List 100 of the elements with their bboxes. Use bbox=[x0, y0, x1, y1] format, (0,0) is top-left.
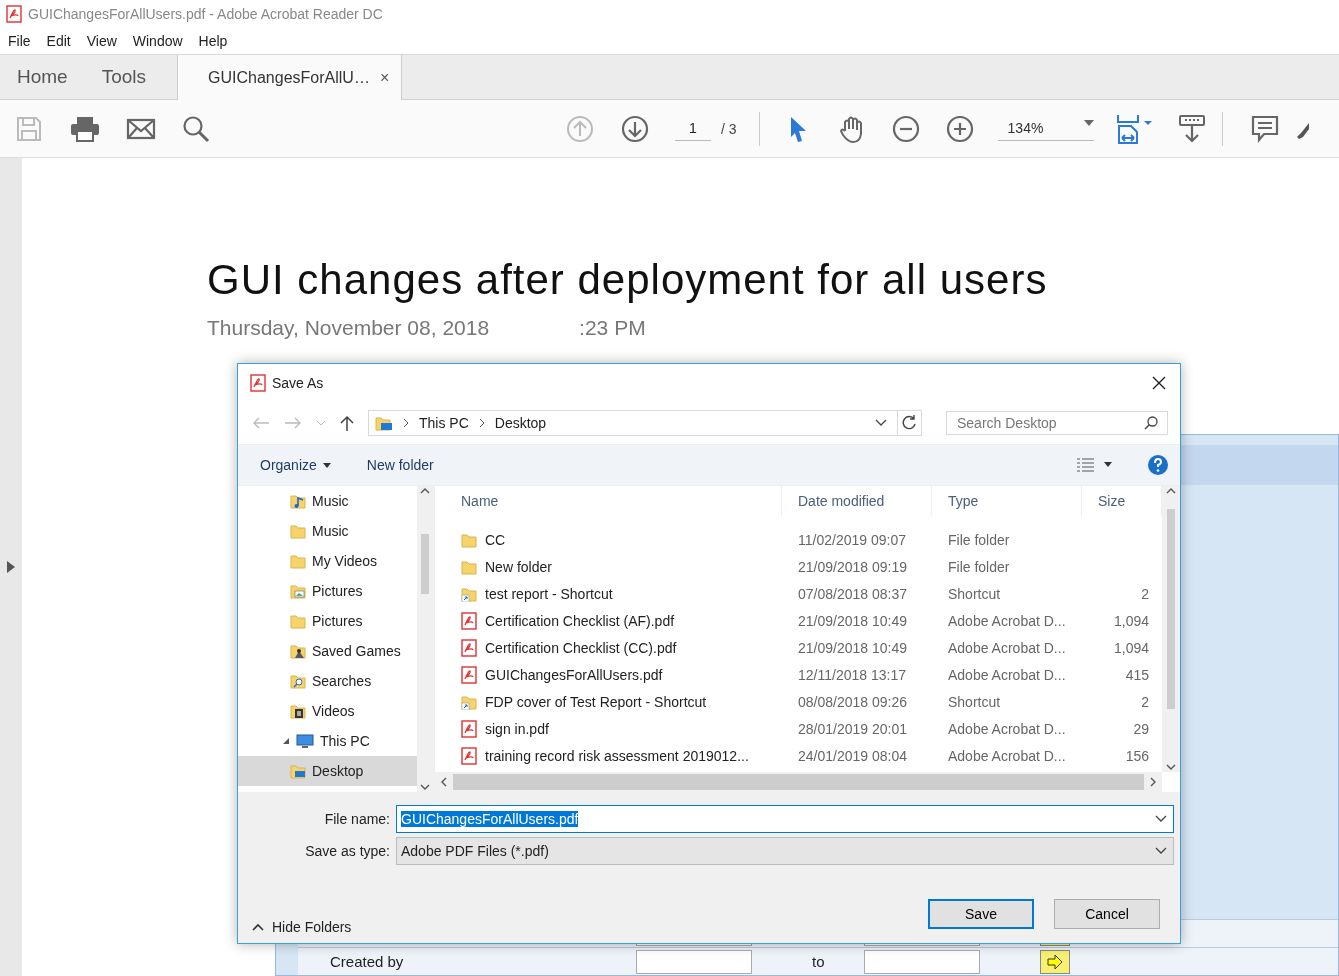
zoom-field[interactable]: 134% bbox=[997, 116, 1094, 141]
page-number-field[interactable]: 1 bbox=[675, 116, 711, 141]
toolbar-button[interactable]: Organize bbox=[260, 457, 331, 473]
table-cell-text: 21/09/2018 10:49 bbox=[797, 612, 908, 629]
next-page-icon[interactable] bbox=[621, 114, 649, 143]
up-arrow-icon[interactable] bbox=[340, 415, 354, 431]
pdf-file-icon bbox=[461, 611, 477, 630]
scrollbar[interactable] bbox=[1162, 486, 1180, 772]
zoom-out-icon[interactable] bbox=[891, 114, 920, 143]
table-cell-text: 12/11/2018 13:17 bbox=[797, 666, 907, 683]
column-header[interactable]: Date modified bbox=[782, 486, 932, 516]
scrollbar-thumb[interactable] bbox=[1167, 509, 1175, 709]
scrollbar[interactable] bbox=[416, 486, 434, 792]
table-cell-text: 156 bbox=[1124, 747, 1149, 764]
table-cell-text: Adobe Acrobat D... bbox=[947, 666, 1067, 683]
folder-tree-item[interactable]: This PC bbox=[238, 726, 417, 756]
field-label: File name: bbox=[323, 811, 391, 827]
dropdown-icon[interactable] bbox=[875, 419, 887, 427]
scrollbar[interactable] bbox=[435, 772, 1162, 792]
help-icon[interactable] bbox=[1148, 455, 1168, 475]
dropdown-field[interactable]: Adobe PDF Files (*.pdf) bbox=[396, 837, 1174, 865]
address-bar[interactable]: This PC Desktop bbox=[368, 410, 922, 436]
scrollbar-thumb[interactable] bbox=[421, 534, 430, 594]
zoom-in-icon[interactable] bbox=[945, 114, 974, 143]
folder-tree-item[interactable]: Music bbox=[238, 516, 417, 546]
scroll-mode-icon[interactable] bbox=[1177, 113, 1206, 144]
pdf-icon bbox=[250, 374, 266, 392]
document-time: :23 PM bbox=[579, 316, 646, 340]
file-name[interactable]: CC bbox=[485, 531, 506, 548]
menu-item[interactable]: Help bbox=[198, 33, 228, 49]
table-cell-text: 21/09/2018 09:19 bbox=[797, 558, 908, 575]
hide-folders-button[interactable]: Hide Folders bbox=[252, 919, 352, 935]
close-tab-icon[interactable]: × bbox=[379, 68, 390, 87]
breadcrumb-item[interactable]: This PC bbox=[419, 415, 469, 431]
table-cell-text: Shortcut bbox=[947, 693, 1002, 710]
folder-shortcut-icon bbox=[461, 693, 477, 710]
folder-tree-item[interactable]: Videos bbox=[238, 696, 417, 726]
file-name[interactable]: training record risk assessment 2019012... bbox=[485, 747, 749, 764]
pdf-app-icon bbox=[6, 5, 22, 23]
table-cell-text: Adobe Acrobat D... bbox=[947, 612, 1067, 629]
file-name[interactable]: New folder bbox=[485, 558, 552, 575]
folder-tree-item[interactable]: Searches bbox=[238, 666, 417, 696]
dialog-button[interactable]: Cancel bbox=[1054, 899, 1160, 929]
table-cell-text: 29 bbox=[1132, 720, 1149, 737]
tab[interactable]: GUIChangesForAllU… × bbox=[177, 55, 403, 100]
print-icon[interactable] bbox=[70, 115, 100, 142]
games-folder-icon bbox=[290, 643, 306, 659]
file-name[interactable]: Certification Checklist (AF).pdf bbox=[485, 612, 675, 629]
scroll-up-icon bbox=[1166, 488, 1176, 494]
table-cell-text: 07/08/2018 08:37 bbox=[797, 585, 908, 602]
toolbar-button[interactable]: New folder bbox=[366, 457, 434, 473]
column-header[interactable]: Name bbox=[445, 486, 782, 516]
menu-item[interactable]: View bbox=[86, 33, 117, 49]
form-label: to bbox=[812, 953, 826, 970]
arrow-button-icon[interactable] bbox=[1040, 949, 1070, 974]
table-cell-text: File folder bbox=[947, 558, 1011, 575]
folder-tree-item[interactable]: Music bbox=[238, 486, 417, 516]
form-label: Created by bbox=[330, 953, 405, 970]
folder-tree-item[interactable]: Saved Games bbox=[238, 636, 417, 666]
file-name[interactable]: test report - Shortcut bbox=[485, 585, 613, 602]
folder-tree-item[interactable]: My Videos bbox=[238, 546, 417, 576]
folder-tree-item[interactable]: Pictures bbox=[238, 606, 417, 636]
scroll-up-icon bbox=[420, 488, 431, 494]
dialog-button[interactable]: Save bbox=[928, 899, 1034, 929]
music-folder-icon bbox=[290, 493, 306, 509]
search-icon[interactable] bbox=[182, 114, 210, 143]
input-field[interactable]: GUIChangesForAllUsers.pdf bbox=[396, 805, 1174, 833]
comment-icon[interactable] bbox=[1250, 114, 1279, 143]
close-icon[interactable] bbox=[1152, 376, 1166, 390]
folder-tree-item[interactable]: Pictures bbox=[238, 576, 417, 606]
table-cell-text: 415 bbox=[1124, 666, 1149, 683]
file-name[interactable]: Certification Checklist (CC).pdf bbox=[485, 639, 677, 656]
expand-arrow-icon[interactable] bbox=[7, 561, 15, 573]
menu-item[interactable]: Window bbox=[132, 33, 183, 49]
folder-shortcut-icon bbox=[461, 585, 477, 602]
caret-icon bbox=[322, 462, 331, 468]
desktop-folder-icon bbox=[375, 415, 393, 431]
folder-icon bbox=[290, 553, 306, 569]
scrollbar-thumb[interactable] bbox=[453, 774, 1144, 790]
input-field[interactable] bbox=[636, 949, 752, 974]
breadcrumb-item[interactable]: Desktop bbox=[494, 415, 547, 431]
search-folder-icon bbox=[290, 673, 306, 689]
file-name[interactable]: GUIChangesForAllUsers.pdf bbox=[485, 666, 663, 683]
mail-icon[interactable] bbox=[126, 116, 156, 141]
table-cell-text: Shortcut bbox=[947, 585, 1002, 602]
expanded-chevron-icon[interactable] bbox=[282, 737, 290, 745]
menu-item[interactable]: Edit bbox=[46, 33, 71, 49]
file-name[interactable]: sign in.pdf bbox=[485, 720, 549, 737]
table-cell-text: Adobe Acrobat D... bbox=[947, 720, 1067, 737]
search-field[interactable]: Search Desktop bbox=[946, 411, 1168, 435]
zoom-value: 134% bbox=[1007, 120, 1044, 136]
folder-tree-item[interactable]: Desktop bbox=[238, 756, 417, 786]
column-header[interactable]: Type bbox=[932, 486, 1082, 516]
menu-item[interactable]: File bbox=[8, 33, 31, 49]
file-name[interactable]: FDP cover of Test Report - Shortcut bbox=[485, 693, 707, 710]
search-icon bbox=[1144, 416, 1158, 430]
view-options-icon[interactable] bbox=[1076, 458, 1112, 472]
dropdown-icon bbox=[1155, 815, 1167, 823]
fit-page-icon[interactable] bbox=[1115, 112, 1152, 145]
input-field[interactable] bbox=[864, 949, 980, 974]
